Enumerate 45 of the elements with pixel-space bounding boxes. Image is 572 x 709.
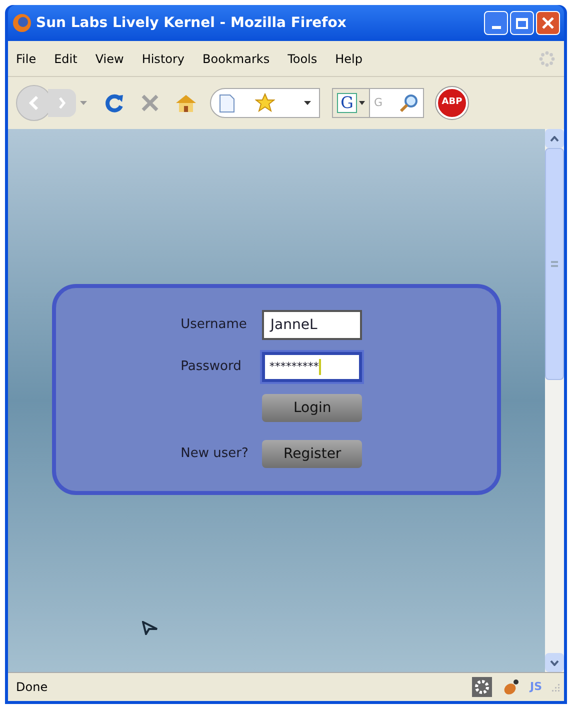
scroll-thumb[interactable] <box>545 148 564 380</box>
menu-item[interactable]: Help <box>335 50 362 68</box>
js-label: JS <box>530 678 542 695</box>
star-icon <box>255 93 275 113</box>
minimize-button[interactable] <box>484 11 508 35</box>
google-icon: G <box>337 93 357 113</box>
home-icon <box>175 93 197 113</box>
reload-icon <box>103 92 125 114</box>
menu-item[interactable]: History <box>142 50 185 68</box>
password-label: Password <box>180 358 242 376</box>
close-icon <box>542 17 554 29</box>
forward-icon <box>58 97 66 109</box>
register-button[interactable]: Register <box>262 440 362 468</box>
mouse-pointer-icon <box>142 621 158 635</box>
login-button[interactable]: Login <box>262 394 362 422</box>
search-placeholder: G <box>374 94 383 111</box>
maximize-button[interactable] <box>510 11 534 35</box>
password-field[interactable]: ********* <box>262 352 362 382</box>
menu-item[interactable]: Tools <box>288 50 318 68</box>
caret-icon <box>359 101 365 105</box>
close-button[interactable] <box>536 11 560 35</box>
menu-item[interactable]: File <box>16 50 36 68</box>
text-cursor <box>318 359 321 375</box>
search-field[interactable]: G G <box>332 88 424 118</box>
scroll-up-button[interactable] <box>545 129 564 148</box>
address-bar[interactable] <box>210 88 320 118</box>
username-label: Username <box>180 316 248 334</box>
window-title: Sun Labs Lively Kernel - Mozilla Firefox <box>36 14 346 32</box>
status-text: Done <box>16 679 48 696</box>
caret-icon <box>80 101 86 105</box>
caret-icon <box>304 101 311 105</box>
scroll-down-button[interactable] <box>545 653 564 672</box>
throbber-icon <box>538 50 556 68</box>
adblock-button[interactable]: ABP <box>436 87 468 119</box>
stop-icon <box>140 93 160 113</box>
resize-grip-icon <box>550 682 560 692</box>
menu-item[interactable]: Edit <box>54 50 78 68</box>
menu-item[interactable]: View <box>95 50 124 68</box>
page-icon <box>219 94 235 112</box>
gear-icon <box>472 677 492 697</box>
back-icon <box>29 96 39 110</box>
new-user-label: New user? <box>180 445 248 464</box>
menu-item[interactable]: Bookmarks <box>202 50 270 68</box>
username-field[interactable]: JanneL <box>262 310 362 340</box>
search-icon <box>399 93 419 113</box>
